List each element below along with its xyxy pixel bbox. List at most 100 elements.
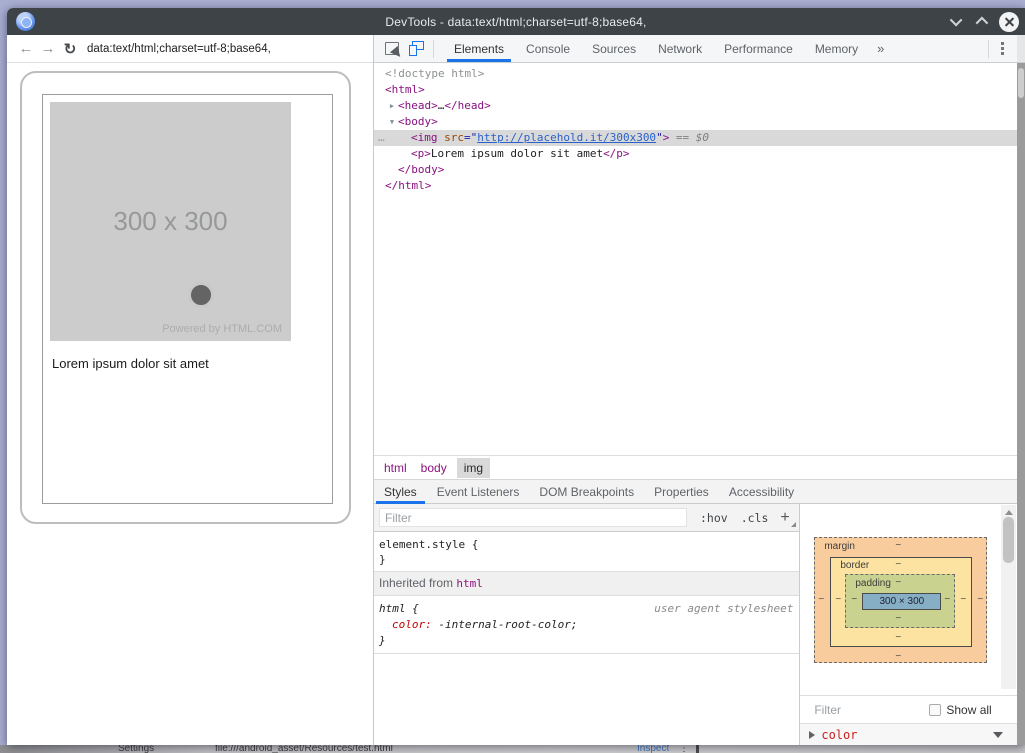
- breadcrumb-html[interactable]: html: [380, 461, 411, 475]
- dom-body-close[interactable]: </body>: [374, 162, 1017, 178]
- tab-console[interactable]: Console: [515, 35, 581, 62]
- styles-filter-input[interactable]: [379, 508, 687, 527]
- attr-url-link[interactable]: http://placehold.it/300x300: [477, 131, 656, 144]
- devtools-menu-icon[interactable]: [1001, 42, 1005, 55]
- close-icon[interactable]: [999, 12, 1019, 32]
- computed-property-name: color: [821, 728, 857, 742]
- inspect-element-icon[interactable]: [385, 42, 399, 55]
- maximize-icon[interactable]: [976, 17, 989, 30]
- window-titlebar[interactable]: DevTools - data:text/html;charset=utf-8;…: [7, 8, 1025, 35]
- css-property-value[interactable]: -internal-root-color;: [432, 618, 578, 631]
- browser-pane: ← → ↻ 300 x 300 Powered by HTML.COM Lore…: [7, 35, 373, 745]
- forward-icon[interactable]: →: [37, 40, 59, 57]
- url-bar[interactable]: [87, 39, 365, 59]
- devtools-pane: Elements Console Sources Network Perform…: [373, 35, 1017, 745]
- taskbar-settings[interactable]: Settings: [118, 745, 154, 753]
- tab-properties[interactable]: Properties: [644, 480, 719, 503]
- margin-top-value[interactable]: −: [893, 540, 903, 551]
- expand-icon[interactable]: [809, 731, 815, 739]
- dom-html-open[interactable]: <html>: [374, 82, 1017, 98]
- devtools-toolbar: Elements Console Sources Network Perform…: [374, 35, 1017, 63]
- elements-tree: <!doctype html> <html> ▶<head>…</head> ▼…: [374, 63, 1017, 455]
- inherited-node-link[interactable]: html: [456, 577, 483, 590]
- tab-network[interactable]: Network: [647, 35, 713, 62]
- padding-label: padding: [855, 578, 891, 589]
- styles-pane: :hov .cls + element.style { } Inherited …: [374, 504, 800, 745]
- border-label: border: [840, 560, 869, 571]
- tab-event-listeners[interactable]: Event Listeners: [427, 480, 530, 503]
- border-bottom-value[interactable]: −: [893, 632, 903, 643]
- toggle-class-button[interactable]: .cls: [741, 511, 769, 525]
- placeholder-image[interactable]: 300 x 300 Powered by HTML.COM: [50, 102, 291, 341]
- tab-styles[interactable]: Styles: [374, 480, 427, 503]
- computed-color-section[interactable]: color: [800, 723, 1017, 745]
- node-menu-icon[interactable]: …: [378, 130, 384, 146]
- computed-filter-input[interactable]: [814, 703, 919, 717]
- show-all-toggle[interactable]: Show all: [929, 703, 991, 717]
- padding-left-value[interactable]: −: [849, 594, 859, 605]
- show-all-label: Show all: [946, 703, 991, 717]
- breadcrumb-body[interactable]: body: [417, 461, 451, 475]
- border-top-value[interactable]: −: [893, 559, 903, 570]
- dom-head[interactable]: ▶<head>…</head>: [374, 98, 1017, 114]
- padding-right-value[interactable]: −: [942, 594, 952, 605]
- taskbar-file-path: file:///android_asset/Resources/test.htm…: [215, 745, 393, 753]
- scrollbar-thumb[interactable]: [1003, 517, 1014, 563]
- placeholder-size-label: 300 x 300: [50, 206, 291, 237]
- tab-elements[interactable]: Elements: [443, 35, 515, 62]
- margin-right-value[interactable]: −: [975, 594, 985, 605]
- dom-paragraph[interactable]: <p>Lorem ipsum dolor sit amet</p>: [374, 146, 1017, 162]
- tab-accessibility[interactable]: Accessibility: [719, 480, 804, 503]
- expand-icon[interactable]: ▶: [387, 98, 397, 114]
- toolbar-separator: [988, 40, 989, 58]
- user-agent-rule[interactable]: html { user agent stylesheet color: -int…: [374, 596, 799, 654]
- taskbar-inspect-link[interactable]: Inspect: [637, 745, 669, 753]
- computed-scrollbar[interactable]: [1001, 505, 1016, 689]
- chromium-icon: [16, 12, 35, 31]
- devtools-window: DevTools - data:text/html;charset=utf-8;…: [7, 8, 1025, 745]
- padding-bottom-value[interactable]: −: [893, 613, 903, 624]
- taskbar-kebab-icon[interactable]: ⋮: [679, 745, 689, 753]
- margin-left-value[interactable]: −: [816, 594, 826, 605]
- styles-filter-row: :hov .cls +: [374, 504, 799, 532]
- back-icon[interactable]: ←: [15, 40, 37, 57]
- toggle-hover-state-button[interactable]: :hov: [700, 511, 728, 525]
- scroll-up-icon[interactable]: [1005, 510, 1013, 515]
- device-toolbar-icon[interactable]: [409, 41, 424, 56]
- breadcrumb-img[interactable]: img: [457, 458, 490, 478]
- border-right-value[interactable]: −: [958, 594, 968, 605]
- dom-html-close[interactable]: </html>: [374, 178, 1017, 194]
- taskbar-divider: [696, 745, 699, 753]
- sidebar-tabs: Styles Event Listeners DOM Breakpoints P…: [374, 479, 1017, 504]
- more-tabs-icon[interactable]: »: [869, 41, 892, 56]
- computed-pane: 300 × 300 margin border padding − − − − …: [800, 504, 1017, 745]
- browser-nav-bar: ← → ↻: [7, 35, 373, 63]
- show-all-checkbox[interactable]: [929, 704, 941, 716]
- new-style-rule-button[interactable]: +: [780, 510, 789, 526]
- selected-node-marker: == $0: [669, 131, 709, 144]
- dom-doctype[interactable]: <!doctype html>: [374, 66, 1017, 82]
- scrollbar-thumb[interactable]: [1018, 68, 1024, 98]
- box-model-content: 300 × 300: [862, 593, 941, 610]
- tab-dom-breakpoints[interactable]: DOM Breakpoints: [529, 480, 644, 503]
- dom-body-open[interactable]: ▼<body>: [374, 114, 1017, 130]
- scrollbar-track[interactable]: [1017, 63, 1025, 745]
- reload-icon[interactable]: ↻: [59, 40, 81, 58]
- window-title: DevTools - data:text/html;charset=utf-8;…: [7, 15, 1025, 29]
- tab-sources[interactable]: Sources: [581, 35, 647, 62]
- toolbar-separator: [433, 40, 434, 58]
- chevron-down-icon[interactable]: [993, 732, 1003, 738]
- device-frame: 300 x 300 Powered by HTML.COM Lorem ipsu…: [20, 71, 351, 524]
- dom-img-selected[interactable]: …<img src="http://placehold.it/300x300">…: [374, 130, 1017, 146]
- placeholder-circle: [188, 282, 214, 308]
- margin-bottom-value[interactable]: −: [893, 651, 903, 662]
- padding-top-value[interactable]: −: [893, 577, 903, 588]
- box-model-diagram: 300 × 300 margin border padding − − − − …: [814, 537, 987, 663]
- placeholder-credit: Powered by HTML.COM: [162, 323, 282, 335]
- tab-memory[interactable]: Memory: [804, 35, 869, 62]
- border-left-value[interactable]: −: [833, 594, 843, 605]
- css-property-name[interactable]: color:: [392, 618, 432, 631]
- tab-performance[interactable]: Performance: [713, 35, 804, 62]
- element-style-rule[interactable]: element.style { }: [374, 532, 799, 572]
- collapse-icon[interactable]: ▼: [387, 114, 397, 130]
